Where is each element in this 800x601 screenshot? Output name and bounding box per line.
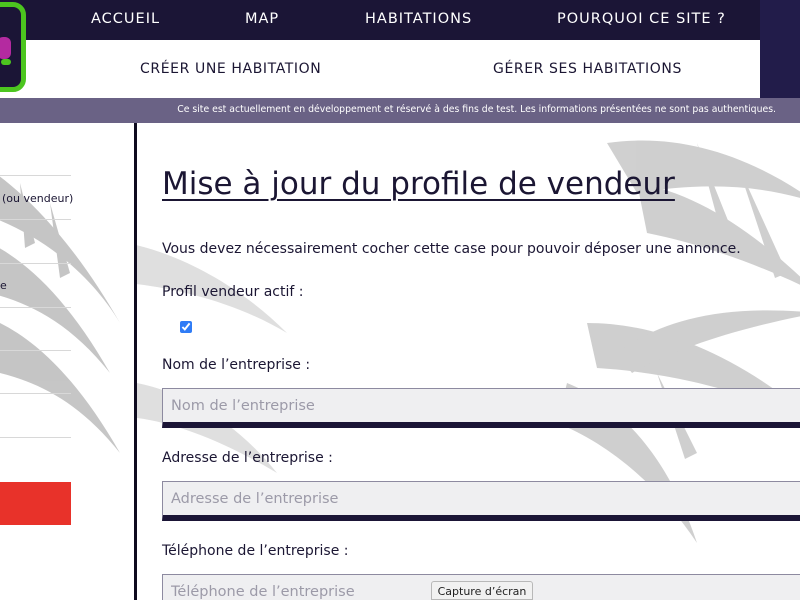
nav-pourquoi[interactable]: POURQUOI CE SITE ? — [557, 0, 726, 40]
page-title: Mise à jour du profile de vendeur — [162, 166, 675, 202]
company-phone-label: Téléphone de l’entreprise : — [162, 543, 349, 559]
nav-accueil[interactable]: ACCUEIL — [91, 0, 160, 40]
header-right-panel — [760, 0, 800, 98]
sidebar: (ou vendeur) e — [0, 123, 134, 600]
sidebar-item-seller[interactable]: (ou vendeur) — [2, 192, 73, 205]
brand-logo[interactable] — [0, 2, 26, 92]
company-address-label: Adresse de l’entreprise : — [162, 450, 333, 466]
nav-creer-habitation[interactable]: CRÉER UNE HABITATION — [140, 61, 321, 77]
sub-nav: CRÉER UNE HABITATION GÉRER SES HABITATIO… — [0, 40, 760, 98]
nav-habitations[interactable]: HABITATIONS — [365, 0, 472, 40]
main-content: Mise à jour du profile de vendeur Vous d… — [137, 123, 800, 600]
company-name-input[interactable] — [162, 388, 800, 428]
nav-gerer-habitations[interactable]: GÉRER SES HABITATIONS — [493, 61, 682, 77]
sidebar-divider — [0, 175, 71, 176]
seller-note: Vous devez nécessairement cocher cette c… — [162, 241, 741, 257]
sidebar-divider — [0, 437, 71, 438]
company-address-input[interactable] — [162, 481, 800, 521]
dev-notice-text: Ce site est actuellement en développemen… — [177, 104, 776, 115]
sidebar-divider — [0, 307, 71, 308]
sidebar-divider — [0, 263, 71, 264]
sidebar-divider — [0, 393, 71, 394]
nav-map[interactable]: MAP — [245, 0, 279, 40]
top-nav: ACCUEIL MAP HABITATIONS POURQUOI CE SITE… — [0, 0, 760, 40]
sidebar-divider — [0, 219, 71, 220]
logo-accent — [1, 59, 11, 65]
sidebar-red-button[interactable] — [0, 482, 71, 525]
seller-active-checkbox[interactable] — [180, 321, 192, 333]
sidebar-item-partial[interactable]: e — [0, 279, 7, 292]
company-name-label: Nom de l’entreprise : — [162, 357, 311, 373]
dev-notice-bar: Ce site est actuellement en développemen… — [0, 98, 800, 123]
sidebar-divider — [0, 350, 71, 351]
screenshot-tooltip: Capture d’écran — [431, 581, 533, 600]
logo-mark — [0, 37, 11, 59]
seller-active-label: Profil vendeur actif : — [162, 284, 304, 300]
